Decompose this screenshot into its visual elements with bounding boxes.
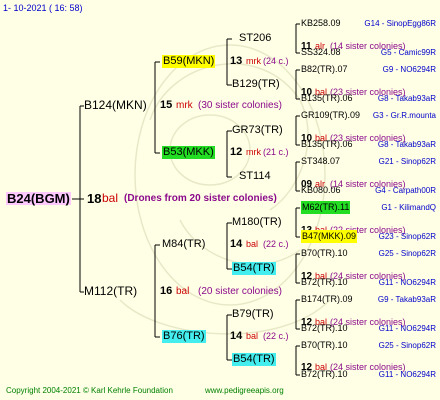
- gen3-node-label: B129(TR): [232, 78, 280, 90]
- gen4-node-label: B70(TR).10: [301, 248, 348, 258]
- gen2-drone-count: 13: [230, 55, 243, 67]
- gen4-node-label: KB080.06: [301, 185, 341, 195]
- gen4-node-label: B174(TR).09: [301, 294, 353, 304]
- gen4-node-label: KB258.09: [301, 18, 341, 28]
- gen2-drone-count: 14: [230, 330, 243, 342]
- gen4-queen-ref: G23 - Sinop62R: [378, 232, 436, 241]
- gen4-node-label: B47(MKK).09: [301, 230, 358, 243]
- gen1-mating-code: mrk: [176, 100, 193, 111]
- gen3-node-label: B79(TR): [232, 308, 274, 320]
- gen3-node-label: ST206: [239, 32, 272, 44]
- gen2-node-label: M84(TR): [162, 238, 206, 250]
- gen4-queen-ref: G14 - SinopEgg86R: [364, 19, 436, 28]
- gen2-mating-code: bal: [246, 331, 259, 341]
- root-node-label: B24(BGM): [6, 191, 71, 206]
- gen1-node-label: M112(TR): [84, 284, 138, 298]
- gen4-node-label: B72(TR).10: [301, 369, 348, 379]
- gen4-queen-ref: G1 - KilimandQ: [381, 203, 436, 212]
- gen4-queen-ref: G25 - Sinop62R: [378, 341, 436, 350]
- gen4-queen-ref: G8 - Takab93aR: [377, 140, 436, 149]
- root-mating-code: bal: [102, 191, 119, 205]
- root-note: (Drones from 20 sister colonies): [124, 193, 277, 204]
- gen1-note: (30 sister colonies): [198, 100, 282, 111]
- gen4-node-label: B72(TR).10: [301, 323, 348, 333]
- gen3-node-label: B54(TR): [232, 353, 276, 366]
- gen4-queen-ref: G25 - Sinop62R: [378, 249, 436, 258]
- gen4-node-label: M62(TR).11: [301, 201, 351, 214]
- gen4-node-label: GR109(TR).09: [301, 110, 361, 120]
- gen4-node-label: B135(TR).06: [301, 139, 353, 149]
- root-drone-count: 18: [87, 191, 102, 206]
- gen4-queen-ref: G5 - Camic99R: [380, 48, 436, 57]
- gen2-mating-code: bal: [246, 239, 259, 249]
- gen2-note: (22 c.): [263, 239, 289, 249]
- gen2-note: (21 c.): [263, 147, 289, 157]
- gen4-queen-ref: G11 - NO6294R: [378, 278, 436, 287]
- gen4-node-label: B135(TR).06: [301, 93, 353, 103]
- gen1-drone-count: 15: [160, 99, 173, 111]
- gen3-node-label: M180(TR): [232, 216, 282, 228]
- gen4-node-label: B70(TR).10: [301, 340, 348, 350]
- gen3-node-label: GR73(TR): [232, 124, 283, 136]
- gen3-node-label: B54(TR): [232, 262, 276, 275]
- gen2-node-label: B59(MKN): [162, 55, 216, 68]
- gen4-node-label: B72(TR).10: [301, 277, 348, 287]
- gen1-drone-count: 16: [160, 285, 173, 297]
- gen1-node-label: B124(MKN): [84, 98, 147, 112]
- gen2-note: (24 c.): [263, 56, 289, 66]
- footer-website: www.pedigreeapis.org: [205, 386, 284, 395]
- gen2-node-label: B76(TR): [162, 330, 206, 343]
- gen4-queen-ref: G11 - NO6294R: [378, 370, 436, 379]
- gen4-queen-ref: G4 - Carpath00R: [375, 186, 436, 195]
- gen3-node-label: ST114: [239, 170, 271, 182]
- gen4-queen-ref: G8 - Takab93aR: [377, 94, 436, 103]
- gen2-mating-code: mrk: [246, 147, 261, 157]
- gen1-mating-code: bal: [176, 286, 190, 297]
- gen4-queen-ref: G9 - Takab93aR: [377, 295, 436, 304]
- gen4-queen-ref: G3 - Gr.R.mounta: [372, 111, 436, 120]
- gen2-drone-count: 14: [230, 238, 243, 250]
- gen4-node-label: SS324.08: [301, 47, 341, 57]
- gen4-queen-ref: G11 - NO6294R: [378, 324, 436, 333]
- gen2-mating-code: mrk: [246, 56, 261, 66]
- gen4-queen-ref: G9 - NO6294R: [382, 65, 436, 74]
- gen2-node-label: B53(MKK): [162, 146, 215, 159]
- gen2-note: (22 c.): [263, 331, 289, 341]
- pedigree-chart: 1- 10-2021 ( 16: 58) B24(BGM) 18 bal (Drones…: [0, 0, 440, 400]
- gen4-node-label: ST348.07: [301, 156, 341, 166]
- gen1-note: (20 sister colonies): [198, 286, 282, 297]
- date-line: 1- 10-2021 ( 16: 58): [3, 3, 83, 13]
- gen4-node-label: B82(TR).07: [301, 64, 348, 74]
- footer-copyright: Copyright 2004-2021 © Karl Kehrle Founda…: [6, 386, 173, 395]
- gen4-queen-ref: G21 - Sinop62R: [378, 157, 436, 166]
- gen2-drone-count: 12: [230, 146, 243, 158]
